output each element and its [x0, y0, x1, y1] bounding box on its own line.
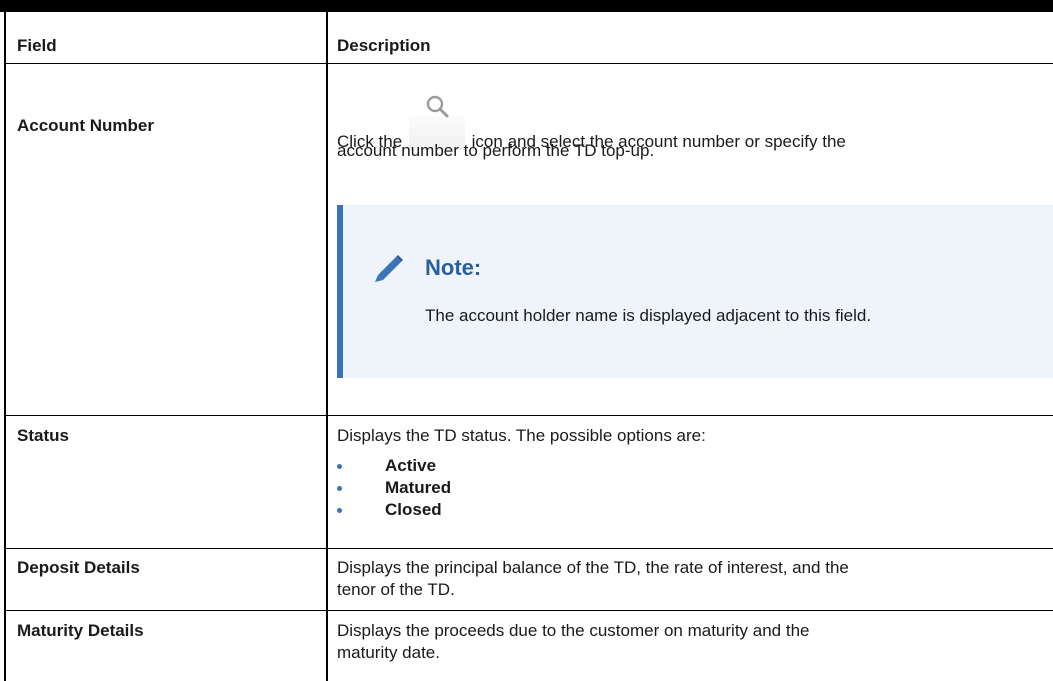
- table-left-border: [4, 12, 6, 681]
- field-status: Status: [17, 426, 69, 445]
- field-maturity-details: Maturity Details: [17, 621, 144, 640]
- note-text: The account holder name is displayed adj…: [425, 306, 872, 325]
- header-description: Description: [337, 36, 431, 55]
- bullet-icon: [337, 508, 342, 513]
- note-title: Note:: [425, 255, 482, 280]
- bullet-icon: [337, 486, 342, 491]
- row-divider: [4, 548, 1053, 549]
- list-item: Active: [334, 456, 634, 476]
- list-item: Closed: [334, 500, 634, 520]
- status-options-list: Active Matured Closed: [334, 456, 634, 522]
- description-maturity-details: Displays the proceeds due to the custome…: [337, 621, 810, 640]
- row-divider: [4, 610, 1053, 611]
- table-top-border: [0, 0, 1053, 12]
- description-deposit-details-line2: tenor of the TD.: [337, 580, 455, 599]
- pencil-icon: [371, 253, 405, 288]
- description-maturity-details-line2: maturity date.: [337, 643, 440, 662]
- header-bottom-border: [4, 63, 1053, 64]
- option-active: Active: [385, 456, 437, 475]
- description-deposit-details: Displays the principal balance of the TD…: [337, 558, 849, 577]
- option-matured: Matured: [385, 478, 452, 497]
- column-divider: [326, 12, 328, 681]
- note-accent-bar: [337, 205, 343, 378]
- header-field: Field: [17, 36, 57, 55]
- description-status: Displays the TD status. The possible opt…: [337, 426, 706, 445]
- note-box: Note: The account holder name is display…: [337, 205, 1053, 378]
- option-closed: Closed: [385, 500, 442, 519]
- field-deposit-details: Deposit Details: [17, 558, 140, 577]
- description-account-number-line2: account number to perform the TD top-up.: [337, 141, 655, 160]
- list-item: Matured: [334, 478, 634, 498]
- field-account-number: Account Number: [17, 116, 154, 135]
- bullet-icon: [337, 464, 342, 469]
- row-divider: [4, 415, 1053, 416]
